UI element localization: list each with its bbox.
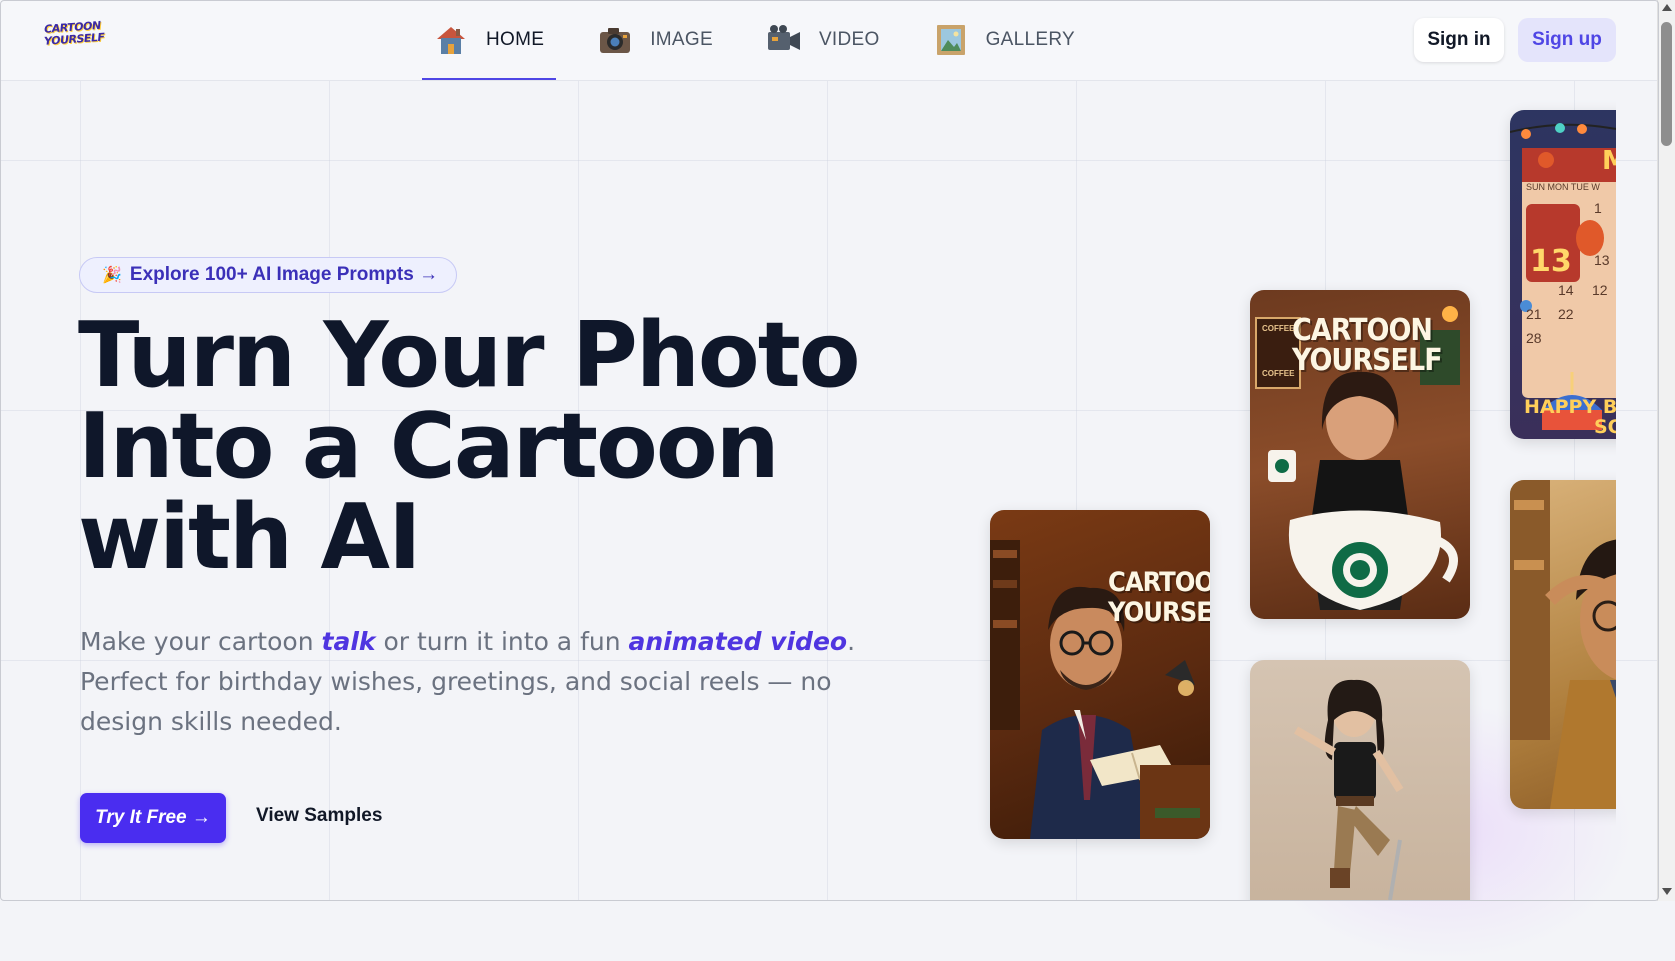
page-scrollbar[interactable] [1657,0,1675,901]
calendar-day-13-highlight: 13 [1530,244,1572,279]
calendar-month: MA [1602,146,1616,176]
calendar-day-12: 12 [1592,282,1608,298]
sample-card-man-reading[interactable]: CARTOON YOURSELF [990,510,1210,839]
calendar-day-13: 13 [1594,252,1610,268]
sample-card-man-glasses[interactable] [1510,480,1616,809]
coffee-sign-bottom: COFFEE [1262,369,1295,378]
sample-card-coffee-woman[interactable]: CARTOON YOURSELF COFFEE COFFEE [1250,290,1470,619]
calendar-day-21: 21 [1526,306,1542,322]
coffee-sign-top: COFFEE [1262,324,1295,333]
man-card-title: CARTOON YOURSELF [1108,568,1210,628]
scroll-down-arrow-icon[interactable] [1662,888,1672,895]
sample-cards-area: CARTOON YOURSELF CARTOON YOURSELF COFF [0,0,1616,901]
calendar-weekdays: SUN MON TUE W [1526,182,1600,192]
sample-card-figurine-woman[interactable] [1250,660,1470,901]
man-reading-illustration [990,540,1210,839]
coffee-sign: COFFEE COFFEE [1262,324,1294,378]
man-card-line-2: YOURSELF [1108,597,1210,628]
calendar-happy-text: HAPPY B [1524,396,1616,418]
calendar-so-text: SO [1594,416,1616,438]
scroll-thumb[interactable] [1661,22,1672,146]
calendar-day-14: 14 [1558,282,1574,298]
calendar-day-1: 1 [1594,200,1602,216]
figurine-woman-illustration [1293,679,1404,901]
man-card-line-1: CARTOON [1108,567,1210,598]
calendar-day-22: 22 [1558,306,1574,322]
sample-card-birthday-calendar[interactable]: MA SUN MON TUE W 1 13 13 14 12 21 22 28 … [1510,110,1616,439]
calendar-day-28: 28 [1526,330,1542,346]
scroll-up-arrow-icon[interactable] [1662,4,1672,11]
coffee-card-title: CARTOON YOURSELF [1292,316,1443,378]
man-glasses-illustration [1510,480,1616,809]
coffee-card-line-2: YOURSELF [1292,343,1443,378]
